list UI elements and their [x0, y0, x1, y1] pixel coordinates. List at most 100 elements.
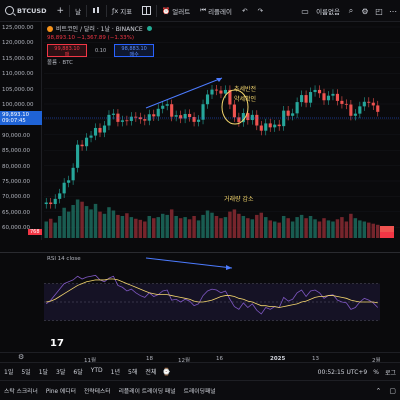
more-button[interactable]: ⋯: [386, 0, 400, 22]
candle-body: [201, 104, 205, 120]
layout-grid-button[interactable]: ▭: [298, 0, 312, 22]
timeframe-button[interactable]: 날: [70, 0, 86, 22]
volume-bar: [183, 217, 187, 238]
candle-body: [349, 104, 353, 116]
range-button[interactable]: 1달: [35, 367, 52, 376]
symbol-search-button[interactable]: BTCUSD: [0, 0, 52, 22]
candle-body: [165, 104, 169, 106]
layout-button[interactable]: [137, 0, 156, 22]
volume-bar: [80, 201, 84, 238]
range-button[interactable]: 5일: [17, 367, 34, 376]
price-tick-label: 105,000.00: [2, 86, 34, 93]
volume-bar: [138, 219, 143, 238]
candle-body: [196, 119, 201, 122]
volume-bar: [255, 214, 259, 238]
volume-bar: [246, 218, 250, 238]
sell-button[interactable]: 99,883.10 매: [47, 44, 87, 58]
candle-body: [53, 198, 57, 205]
spread: 0.10: [95, 48, 107, 54]
range-button[interactable]: 3달: [52, 367, 69, 376]
bottom-right: ⌃ ▢: [376, 381, 397, 400]
replay-label: 리플레이: [208, 7, 232, 16]
volume-bar: [277, 222, 281, 238]
volume-bar: [281, 216, 286, 238]
bottom-tab[interactable]: 트레이딩패널: [180, 386, 220, 395]
search-icon: [5, 6, 14, 15]
candle-body: [125, 120, 129, 122]
search-button[interactable]: ⌕: [344, 0, 358, 22]
indicators-icon: ƒx: [112, 6, 119, 15]
redo-button[interactable]: ↷: [252, 0, 267, 22]
volume-bar: [223, 217, 228, 238]
log-toggle[interactable]: 로그: [385, 368, 396, 377]
bottom-tab[interactable]: 리플레이 트레이딩 패널: [115, 386, 180, 395]
add-symbol-button[interactable]: +: [52, 0, 70, 22]
percent-toggle[interactable]: %: [373, 369, 379, 376]
range-button[interactable]: 1일: [0, 367, 17, 376]
chart-type-button[interactable]: [87, 0, 106, 22]
replay-icon: ⏮: [200, 6, 207, 14]
range-button[interactable]: YTD: [87, 367, 107, 376]
candle-body: [313, 89, 317, 93]
clock-time[interactable]: 00:52:15 UTC+9: [318, 369, 368, 376]
candle-body: [107, 114, 111, 126]
candle-body: [67, 180, 71, 183]
candle-body: [223, 89, 228, 94]
candle-body: [89, 135, 93, 138]
candle-body: [353, 113, 357, 116]
candle-body: [188, 113, 192, 117]
bar-countdown: 09:07:45: [2, 118, 26, 124]
volume-drop-note: 거래량 감소: [224, 196, 254, 203]
candle-body: [273, 124, 277, 128]
replay-button[interactable]: ⏮ 리플레이: [195, 0, 237, 22]
settings-button[interactable]: ⚙: [358, 0, 372, 22]
calendar-icon[interactable]: ⌚: [162, 368, 171, 376]
candle-body: [335, 93, 340, 101]
alert-button[interactable]: ⏰ 얼러트: [157, 0, 195, 22]
price-scale[interactable]: 125,000.00 120,000.00 115,000.00 110,000.00…: [0, 22, 42, 240]
range-button[interactable]: 5해: [124, 367, 141, 376]
layout-grid-icon: ▭: [301, 6, 309, 16]
bottom-tab[interactable]: 스탁 스크리너: [0, 386, 42, 395]
symbol-label: BTCUSD: [17, 6, 47, 15]
volume-bar: [44, 221, 48, 238]
volume-bar: [371, 223, 376, 238]
candle-body: [174, 115, 178, 117]
legend-ohlc: 98,893.10 −1,367.89 (−1.33%): [47, 34, 134, 41]
highlight-note: 약세확인: [234, 96, 257, 103]
candle-body: [143, 119, 147, 121]
range-button[interactable]: 6달: [69, 367, 86, 376]
volume-bar: [272, 221, 277, 238]
range-button[interactable]: 전체: [141, 367, 160, 376]
volume-bar: [120, 216, 125, 238]
bottom-tab[interactable]: Pine 에디터: [42, 386, 80, 395]
volume-bar: [48, 218, 53, 238]
volume-bar: [156, 217, 160, 238]
maximize-icon[interactable]: ▢: [389, 387, 396, 395]
collapse-icon[interactable]: ⌃: [376, 387, 382, 395]
range-button[interactable]: 1년: [107, 367, 124, 376]
buy-button[interactable]: 98,883.10 매수: [114, 44, 155, 58]
candle-body: [367, 101, 371, 103]
volume-bar: [376, 224, 380, 238]
candle-body: [152, 114, 156, 117]
volume-bar: [147, 216, 152, 238]
volume-bar: [313, 219, 317, 238]
volume-bar: [349, 213, 353, 238]
indicators-button[interactable]: ƒx 지표: [107, 0, 137, 22]
chart-area[interactable]: 125,000.00 120,000.00 115,000.00 110,000.00…: [0, 22, 400, 364]
market-status-icon: [146, 26, 152, 31]
undo-button[interactable]: ↶: [237, 0, 252, 22]
volume-bar: [169, 209, 174, 238]
bottom-tab[interactable]: 전략테스터: [80, 386, 115, 395]
account-button[interactable]: 이름없음: [312, 6, 344, 16]
layout-icon: [142, 6, 152, 15]
candle-body: [205, 94, 210, 105]
camera-button[interactable]: ◰: [372, 0, 386, 22]
rsi-pane[interactable]: RSI 14 close: [0, 252, 400, 352]
volume-bar: [205, 210, 210, 238]
account-label: 이름없음: [316, 8, 340, 16]
candle-body: [156, 108, 160, 117]
volume-bar: [286, 218, 290, 238]
volume-bar: [367, 222, 371, 238]
